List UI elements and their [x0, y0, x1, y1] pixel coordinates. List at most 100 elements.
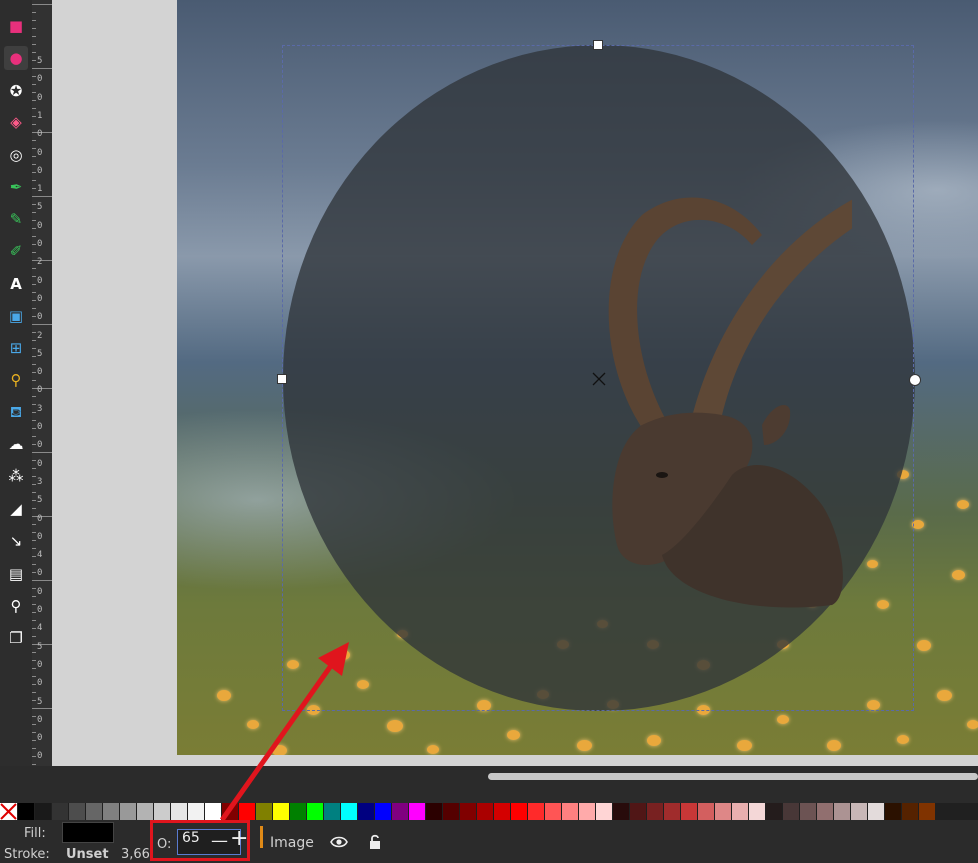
spray-tool-icon[interactable]: ⁂: [4, 464, 28, 488]
palette-swatch[interactable]: [443, 803, 459, 820]
palette-swatch[interactable]: [783, 803, 799, 820]
palette-swatch[interactable]: [834, 803, 850, 820]
clone-tool-icon[interactable]: ❐: [4, 626, 28, 650]
pencil-tool-icon[interactable]: ✎: [4, 207, 28, 231]
ruler-tick: [32, 52, 36, 53]
fill-indicator[interactable]: [62, 822, 114, 843]
palette-swatch[interactable]: [290, 803, 306, 820]
palette-swatch[interactable]: [86, 803, 102, 820]
palette-swatch[interactable]: [528, 803, 544, 820]
palette-swatch[interactable]: [35, 803, 51, 820]
palette-swatch[interactable]: [171, 803, 187, 820]
palette-swatch[interactable]: [885, 803, 901, 820]
ruler-tick: [32, 196, 52, 197]
palette-swatch[interactable]: [409, 803, 425, 820]
palette-swatch[interactable]: [222, 803, 238, 820]
palette-swatch[interactable]: [205, 803, 221, 820]
palette-swatch[interactable]: [545, 803, 561, 820]
palette-swatch[interactable]: [766, 803, 782, 820]
zoom-tool-icon[interactable]: ⚲: [4, 594, 28, 618]
palette-swatch[interactable]: [698, 803, 714, 820]
flower: [967, 720, 978, 729]
palette-swatch[interactable]: [137, 803, 153, 820]
layer-name[interactable]: Image: [270, 835, 314, 851]
opacity-increase-button[interactable]: +: [230, 828, 248, 850]
tweak-tool-icon[interactable]: ☁: [4, 432, 28, 456]
rectangle-tool-icon[interactable]: ■: [4, 14, 28, 38]
palette-swatch[interactable]: [732, 803, 748, 820]
palette-swatch[interactable]: [868, 803, 884, 820]
flower: [247, 720, 259, 729]
star-tool-icon[interactable]: ✪: [4, 79, 28, 103]
stroke-value[interactable]: Unset: [66, 847, 109, 862]
palette-swatch[interactable]: [120, 803, 136, 820]
pen-tool-icon[interactable]: ✒: [4, 175, 28, 199]
palette-swatch[interactable]: [69, 803, 85, 820]
palette-swatch[interactable]: [749, 803, 765, 820]
palette-swatch[interactable]: [800, 803, 816, 820]
palette-swatch[interactable]: [103, 803, 119, 820]
palette-swatch[interactable]: [460, 803, 476, 820]
palette-swatch[interactable]: [18, 803, 34, 820]
connector-tool-icon[interactable]: ↘: [4, 529, 28, 553]
ruler-label: 0: [37, 165, 43, 176]
flower: [272, 745, 287, 755]
spiral-tool-icon[interactable]: ◎: [4, 143, 28, 167]
palette-swatch[interactable]: [851, 803, 867, 820]
palette-swatch[interactable]: [630, 803, 646, 820]
ruler-tick: [32, 124, 36, 125]
palette-swatch[interactable]: [426, 803, 442, 820]
palette-swatch[interactable]: [358, 803, 374, 820]
palette-swatch[interactable]: [715, 803, 731, 820]
palette-swatch[interactable]: [664, 803, 680, 820]
palette-swatch[interactable]: [511, 803, 527, 820]
unlock-icon[interactable]: [368, 834, 382, 850]
rotation-center-icon[interactable]: [591, 371, 607, 387]
palette-swatch[interactable]: [273, 803, 289, 820]
3d-box-tool-icon[interactable]: ◈: [4, 110, 28, 134]
palette-swatch[interactable]: [902, 803, 918, 820]
palette-swatch[interactable]: [341, 803, 357, 820]
ruler-tick: [32, 292, 36, 293]
palette-swatch[interactable]: [239, 803, 255, 820]
palette-swatch[interactable]: [596, 803, 612, 820]
palette-swatch[interactable]: [494, 803, 510, 820]
top-scale-handle[interactable]: [593, 40, 603, 50]
palette-swatch[interactable]: [647, 803, 663, 820]
text-tool-icon[interactable]: A: [4, 272, 28, 296]
palette-swatch[interactable]: [392, 803, 408, 820]
palette-swatch[interactable]: [256, 803, 272, 820]
stroke-width-value[interactable]: 3,66: [121, 847, 150, 862]
palette-swatch[interactable]: [919, 803, 935, 820]
right-round-handle[interactable]: [909, 374, 921, 386]
palette-swatch[interactable]: [562, 803, 578, 820]
palette-swatch[interactable]: [817, 803, 833, 820]
palette-swatch[interactable]: [613, 803, 629, 820]
palette-swatch[interactable]: [307, 803, 323, 820]
paint-bucket-tool-icon[interactable]: ⛾: [4, 400, 28, 424]
palette-swatch[interactable]: [477, 803, 493, 820]
opacity-decrease-button[interactable]: —: [211, 831, 228, 851]
no-color-swatch[interactable]: [0, 803, 17, 820]
horizontal-scrollbar[interactable]: [52, 766, 978, 786]
palette-swatch[interactable]: [188, 803, 204, 820]
ellipse-tool-icon[interactable]: ●: [4, 46, 28, 70]
eye-icon[interactable]: [330, 835, 348, 849]
palette-swatch[interactable]: [324, 803, 340, 820]
gradient-tool-icon[interactable]: ▣: [4, 304, 28, 328]
mesh-tool-icon[interactable]: ⊞: [4, 336, 28, 360]
eraser-tool-icon[interactable]: ◢: [4, 497, 28, 521]
ruler-tick: [32, 220, 36, 221]
horizontal-scroll-thumb[interactable]: [488, 773, 978, 780]
palette-swatch[interactable]: [154, 803, 170, 820]
calligraphy-tool-icon[interactable]: ✐: [4, 239, 28, 263]
palette-swatch[interactable]: [375, 803, 391, 820]
dropper-tool-icon[interactable]: ⚲: [4, 368, 28, 392]
left-scale-handle[interactable]: [277, 374, 287, 384]
ruler-label: 2: [37, 257, 43, 268]
palette-swatch[interactable]: [52, 803, 68, 820]
palette-swatch[interactable]: [681, 803, 697, 820]
palette-swatch[interactable]: [579, 803, 595, 820]
pages-tool-icon[interactable]: ▤: [4, 562, 28, 586]
canvas[interactable]: [52, 0, 978, 766]
